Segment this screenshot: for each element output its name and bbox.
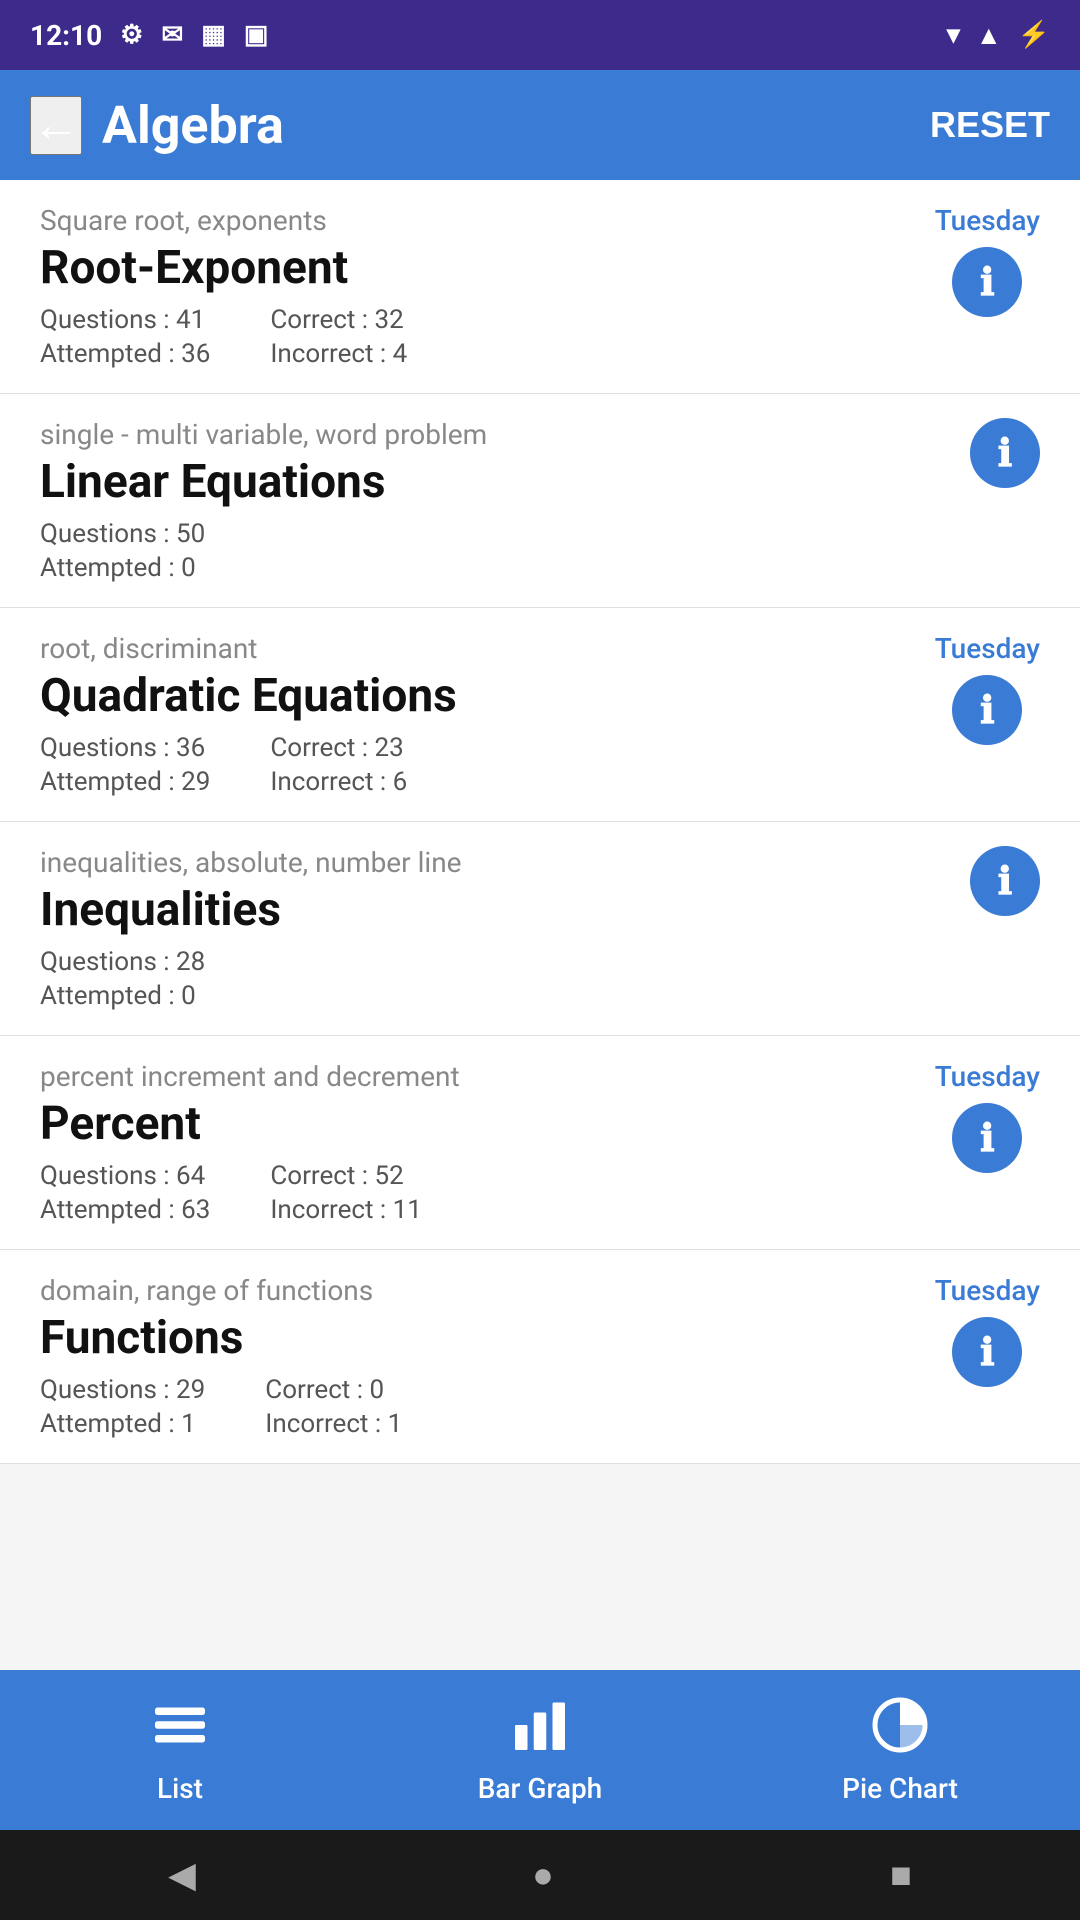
battery-icon: ⚡ xyxy=(1018,20,1050,50)
bar-graph-icon xyxy=(510,1695,570,1764)
topic-stats: Questions : 64 Attempted : 63 Correct : … xyxy=(40,1161,460,1225)
app-bar: ← Algebra RESET xyxy=(0,70,1080,180)
topic-subtitle: single - multi variable, word problem xyxy=(40,418,487,451)
topic-content: domain, range of functions Functions Que… xyxy=(40,1274,402,1439)
home-system-button[interactable]: ● xyxy=(532,1854,554,1896)
questions-stat: Questions : 50 xyxy=(40,519,205,549)
attempted-stat: Attempted : 36 xyxy=(40,339,210,369)
incorrect-stat: Incorrect : 1 xyxy=(265,1409,402,1439)
topic-subtitle: inequalities, absolute, number line xyxy=(40,846,462,879)
topic-name: Quadratic Equations xyxy=(40,669,457,723)
spacer xyxy=(0,1464,1080,1544)
attempted-stat: Attempted : 0 xyxy=(40,553,205,583)
signal-icon: ▲ xyxy=(976,20,1002,51)
topic-right: Tuesday ℹ xyxy=(935,1060,1040,1173)
incorrect-stat: Incorrect : 6 xyxy=(270,767,407,797)
questions-stat: Questions : 36 xyxy=(40,733,210,763)
content-area: Square root, exponents Root-Exponent Que… xyxy=(0,180,1080,1670)
attempted-stat: Attempted : 29 xyxy=(40,767,210,797)
settings-icon: ⚙ xyxy=(120,20,143,50)
topic-stats: Questions : 50 Attempted : 0 xyxy=(40,519,487,583)
topic-content: percent increment and decrement Percent … xyxy=(40,1060,460,1225)
nav-item-list[interactable]: List xyxy=(0,1695,360,1805)
attempted-stat: Attempted : 0 xyxy=(40,981,205,1011)
topic-content: inequalities, absolute, number line Ineq… xyxy=(40,846,462,1011)
system-bar: ◀ ● ■ xyxy=(0,1830,1080,1920)
status-bar: 12:10 ⚙ ✉ ▦ ▣ ▾ ▲ ⚡ xyxy=(0,0,1080,70)
topic-card-percent: percent increment and decrement Percent … xyxy=(0,1036,1080,1250)
incorrect-stat: Incorrect : 11 xyxy=(270,1195,422,1225)
topic-day: Tuesday xyxy=(935,1274,1040,1307)
info-button-inequalities[interactable]: ℹ xyxy=(970,846,1040,916)
info-button-percent[interactable]: ℹ xyxy=(952,1103,1022,1173)
sd-card-icon: ▣ xyxy=(244,20,269,50)
topic-stats: Questions : 29 Attempted : 1 Correct : 0… xyxy=(40,1375,402,1439)
questions-stat: Questions : 41 xyxy=(40,305,210,335)
nav-item-pie-chart[interactable]: Pie Chart xyxy=(720,1695,1080,1805)
calendar-icon: ▦ xyxy=(201,20,226,50)
topic-content: single - multi variable, word problem Li… xyxy=(40,418,487,583)
questions-stat: Questions : 64 xyxy=(40,1161,210,1191)
info-button-linear-equations[interactable]: ℹ xyxy=(970,418,1040,488)
time-display: 12:10 xyxy=(30,19,102,52)
list-icon xyxy=(150,1695,210,1764)
topic-name: Root-Exponent xyxy=(40,241,407,295)
topic-card-linear-equations: single - multi variable, word problem Li… xyxy=(0,394,1080,608)
bottom-nav: List Bar Graph Pie Chart xyxy=(0,1670,1080,1830)
topic-stats: Questions : 41 Attempted : 36 Correct : … xyxy=(40,305,407,369)
topic-card-quadratic-equations: root, discriminant Quadratic Equations Q… xyxy=(0,608,1080,822)
app-bar-left: ← Algebra xyxy=(30,95,284,156)
topic-day: Tuesday xyxy=(935,632,1040,665)
topic-right: Tuesday ℹ xyxy=(935,1274,1040,1387)
topic-stats: Questions : 28 Attempted : 0 xyxy=(40,947,462,1011)
topic-right: Tuesday ℹ xyxy=(935,632,1040,745)
nav-label-pie-chart: Pie Chart xyxy=(842,1772,958,1805)
topic-card-root-exponent: Square root, exponents Root-Exponent Que… xyxy=(0,180,1080,394)
topic-content: Square root, exponents Root-Exponent Que… xyxy=(40,204,407,369)
questions-stat: Questions : 28 xyxy=(40,947,205,977)
topic-stats: Questions : 36 Attempted : 29 Correct : … xyxy=(40,733,457,797)
correct-stat: Correct : 23 xyxy=(270,733,407,763)
attempted-stat: Attempted : 63 xyxy=(40,1195,210,1225)
topic-right: ℹ xyxy=(970,846,1040,916)
topic-name: Percent xyxy=(40,1097,460,1151)
correct-stat: Correct : 52 xyxy=(270,1161,422,1191)
incorrect-stat: Incorrect : 4 xyxy=(270,339,407,369)
topic-card-functions: domain, range of functions Functions Que… xyxy=(0,1250,1080,1464)
pie-chart-icon xyxy=(870,1695,930,1764)
wifi-icon: ▾ xyxy=(947,20,960,50)
recent-system-button[interactable]: ■ xyxy=(890,1854,912,1896)
topic-subtitle: Square root, exponents xyxy=(40,204,407,237)
topic-subtitle: domain, range of functions xyxy=(40,1274,402,1307)
back-button[interactable]: ← xyxy=(30,96,82,155)
topic-name: Inequalities xyxy=(40,883,462,937)
topic-name: Linear Equations xyxy=(40,455,487,509)
topic-subtitle: percent increment and decrement xyxy=(40,1060,460,1093)
questions-stat: Questions : 29 xyxy=(40,1375,205,1405)
topic-card-inequalities: inequalities, absolute, number line Ineq… xyxy=(0,822,1080,1036)
nav-label-bar-graph: Bar Graph xyxy=(478,1772,603,1805)
nav-item-bar-graph[interactable]: Bar Graph xyxy=(360,1695,720,1805)
topic-right: Tuesday ℹ xyxy=(935,204,1040,317)
topic-right: ℹ xyxy=(970,418,1040,488)
nav-label-list: List xyxy=(157,1772,203,1805)
back-system-button[interactable]: ◀ xyxy=(168,1854,196,1896)
mail-icon: ✉ xyxy=(161,20,183,50)
status-left: 12:10 ⚙ ✉ ▦ ▣ xyxy=(30,19,268,52)
page-title: Algebra xyxy=(102,95,284,156)
topic-content: root, discriminant Quadratic Equations Q… xyxy=(40,632,457,797)
info-button-root-exponent[interactable]: ℹ xyxy=(952,247,1022,317)
topic-day: Tuesday xyxy=(935,204,1040,237)
reset-button[interactable]: RESET xyxy=(930,104,1050,146)
info-button-quadratic-equations[interactable]: ℹ xyxy=(952,675,1022,745)
info-button-functions[interactable]: ℹ xyxy=(952,1317,1022,1387)
topic-day: Tuesday xyxy=(935,1060,1040,1093)
attempted-stat: Attempted : 1 xyxy=(40,1409,205,1439)
correct-stat: Correct : 32 xyxy=(270,305,407,335)
correct-stat: Correct : 0 xyxy=(265,1375,402,1405)
status-right: ▾ ▲ ⚡ xyxy=(947,20,1050,51)
topic-subtitle: root, discriminant xyxy=(40,632,457,665)
topic-name: Functions xyxy=(40,1311,402,1365)
